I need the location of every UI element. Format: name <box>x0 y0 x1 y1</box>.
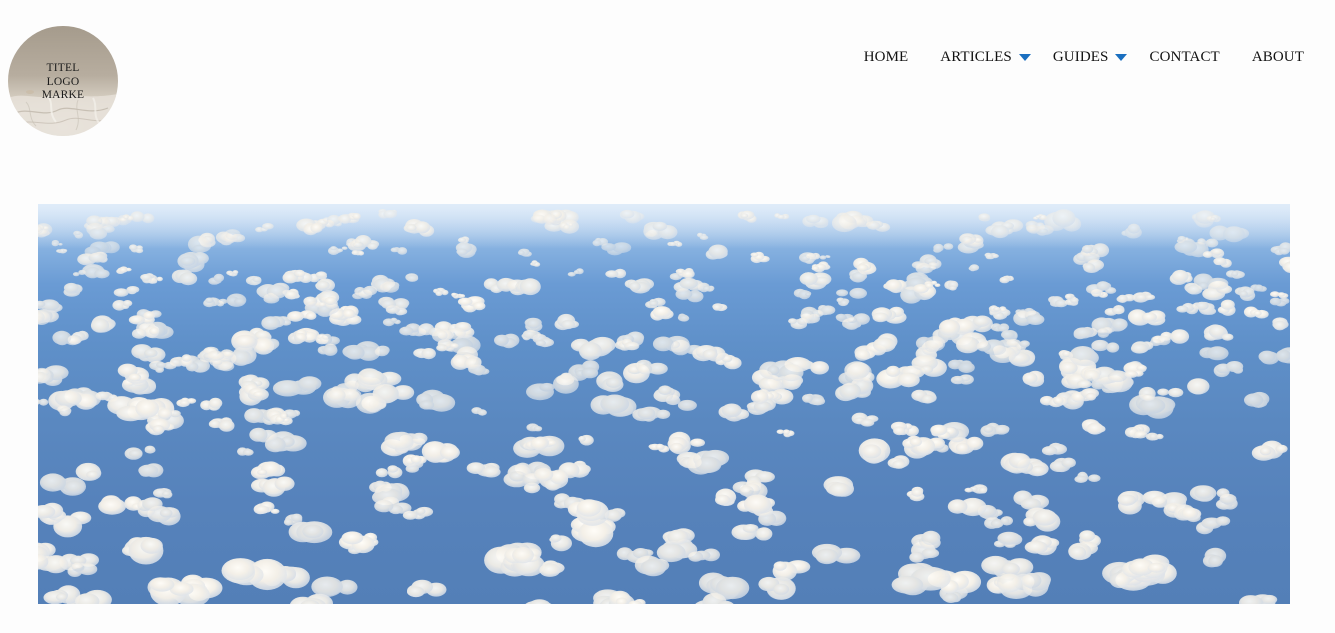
nav-item-home-label: HOME <box>863 48 909 65</box>
hero-clouds-illustration <box>38 204 1290 604</box>
nav-item-home[interactable]: HOME <box>864 49 909 66</box>
nav-item-articles-label: ARTICLES <box>940 48 1012 65</box>
nav-item-contact[interactable]: CONTACT <box>1149 49 1219 66</box>
caret-down-icon[interactable] <box>1018 54 1031 61</box>
nav-item-guides[interactable]: GUIDES <box>1053 49 1150 66</box>
logo-text-line-3: MARKE <box>41 89 85 101</box>
site-logo[interactable]: TITEL LOGO MARKE <box>8 26 118 136</box>
nav-item-contact-label: CONTACT <box>1149 48 1220 65</box>
nav-item-articles[interactable]: ARTICLES <box>940 49 1053 66</box>
caret-down-icon[interactable] <box>1115 54 1128 61</box>
logo-text-line-2: LOGO <box>46 75 80 88</box>
hero-image <box>38 204 1290 604</box>
nav-item-about-label: ABOUT <box>1251 48 1304 65</box>
logo-text: TITEL LOGO MARKE <box>8 62 118 103</box>
nav-item-guides-label: GUIDES <box>1052 48 1109 65</box>
main-navigation: HOME ARTICLES GUIDES CONTACT ABOUT <box>864 47 1304 67</box>
logo-text-line-1: TITEL <box>46 62 80 74</box>
nav-item-about[interactable]: ABOUT <box>1252 49 1304 66</box>
